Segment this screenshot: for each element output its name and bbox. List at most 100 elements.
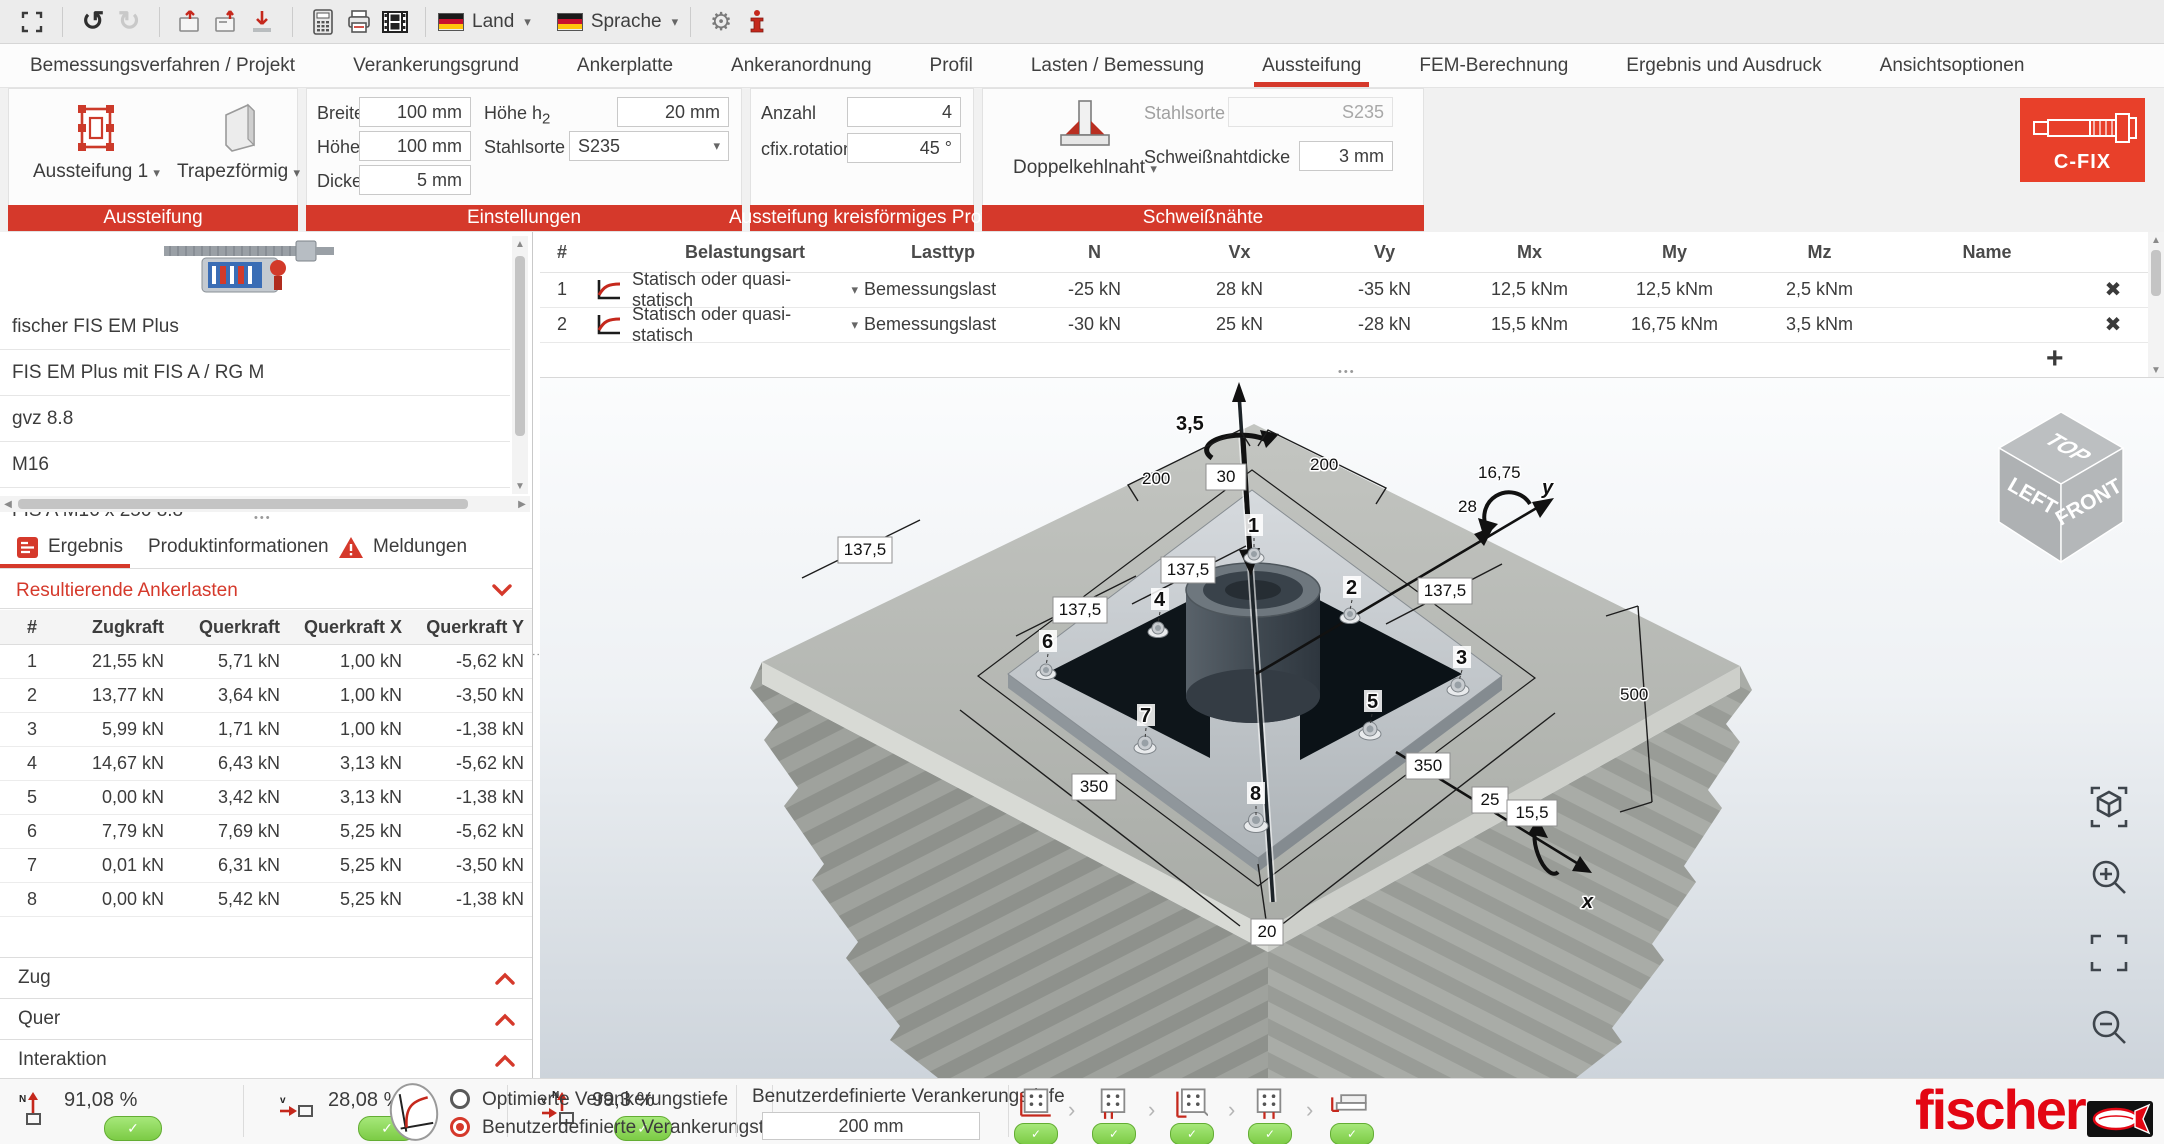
tab-ergebnis-und-ausdruck[interactable]: Ergebnis und Ausdruck [1626, 44, 1821, 87]
scroll-left-icon[interactable]: ◀ [0, 496, 16, 512]
language-selector[interactable]: Sprache ▾ [557, 4, 678, 40]
product-horizontal-scrollbar[interactable]: ◀ ▶ [0, 496, 530, 512]
tab-verankerungsgrund[interactable]: Verankerungsgrund [353, 44, 519, 87]
rotation-label: cfix.rotation [761, 139, 853, 160]
section-quer[interactable]: Quer [0, 998, 533, 1039]
hoehe-label: Höhe [317, 137, 360, 158]
svg-text:137,5: 137,5 [1059, 600, 1102, 619]
zoom-out-icon[interactable] [2094, 1012, 2125, 1043]
svg-text:6: 6 [1042, 631, 1053, 653]
animation-icon[interactable] [377, 4, 413, 40]
step-thickness-icon[interactable] [1252, 1086, 1286, 1120]
tab-fem-berechnung[interactable]: FEM-Berechnung [1419, 44, 1568, 87]
product-row-family[interactable]: fischer FIS EM Plus [0, 304, 510, 350]
3d-scene: 3,5 200 200 16,75 28 y x 500 30 137,5 13… [540, 378, 2164, 1078]
ribbon-panel-schweissnaehte: Doppelkehlnaht ▾ Stahlsorte Schweißnahtd… [982, 88, 1424, 232]
product-row-size[interactable]: M16 [0, 442, 510, 488]
weld-type-dropdown[interactable]: Doppelkehlnaht ▾ [1013, 97, 1157, 179]
tab-aussteifung[interactable]: Aussteifung [1262, 44, 1361, 87]
stiffener-dropdown[interactable]: Aussteifung 1 ▾ [33, 101, 160, 183]
viewport-splitter-handle[interactable]: ••• [1338, 366, 1356, 378]
product-row-material[interactable]: gvz 8.8 [0, 396, 510, 442]
loads-vertical-scrollbar[interactable]: ▲ ▼ [2148, 232, 2164, 378]
scroll-up-icon[interactable]: ▲ [2148, 232, 2164, 248]
step-edge-distance-icon[interactable] [1096, 1086, 1130, 1120]
fullscreen-icon[interactable] [14, 4, 50, 40]
step-profile-icon[interactable] [1330, 1086, 1368, 1120]
step-anchor-plate-icon[interactable] [1019, 1086, 1053, 1120]
delete-load-button[interactable]: ✖ [2105, 279, 2122, 301]
chevron-up-icon [495, 1013, 515, 1026]
undo-icon[interactable]: ↺ [75, 4, 111, 40]
custom-depth-label: Benutzerdefinierte Verankerungstiefe [752, 1086, 1065, 1108]
dicke-field[interactable] [359, 165, 471, 195]
shear-utilization-icon: v [278, 1091, 318, 1125]
fullscreen-view-icon[interactable] [2092, 936, 2126, 970]
breite-label: Breite [317, 103, 364, 124]
radio-optimized-depth-label[interactable]: Optimierte Verankerungstiefe [482, 1089, 728, 1111]
step-spacing-icon[interactable] [1174, 1086, 1208, 1120]
section-zug[interactable]: Zug [0, 957, 533, 998]
tab-ansichtsoptionen[interactable]: Ansichtsoptionen [1880, 44, 2025, 87]
load-type-dropdown[interactable]: Statisch oder quasi-statisch ▾ [632, 304, 864, 346]
tab-meldungen[interactable]: Meldungen [338, 528, 467, 566]
chevron-down-icon: ▾ [672, 14, 679, 30]
hoehe-h2-field[interactable] [617, 97, 729, 127]
scroll-down-icon[interactable]: ▼ [2148, 362, 2164, 378]
custom-depth-field[interactable] [762, 1112, 980, 1140]
fit-3d-view-icon[interactable] [2092, 788, 2126, 826]
country-selector[interactable]: Land ▾ [438, 4, 531, 40]
shape-dropdown[interactable]: Trapezförmig ▾ [177, 101, 300, 183]
status-bar: N 91,08 % ✓ v 28,08 % ✓ v N 99,3 % ✓ [0, 1078, 2164, 1144]
chevron-down-icon[interactable] [492, 584, 512, 597]
chevron-right-icon: › [1228, 1097, 1235, 1123]
svg-text:1: 1 [1248, 515, 1259, 537]
anzahl-field[interactable] [847, 97, 961, 127]
section-interaktion[interactable]: Interaktion [0, 1039, 533, 1078]
stahlsorte-select[interactable]: S235 ▾ [569, 131, 729, 161]
add-load-button[interactable]: + [2046, 344, 2064, 374]
stiffener-icon [69, 101, 123, 155]
calculator-icon[interactable] [305, 4, 341, 40]
settings-gear-icon[interactable]: ⚙ [703, 4, 739, 40]
rotation-field[interactable] [847, 133, 961, 163]
chevron-right-icon: › [1148, 1097, 1155, 1123]
3d-viewport[interactable]: 3,5 200 200 16,75 28 y x 500 30 137,5 13… [540, 378, 2164, 1078]
tab-ankerplatte[interactable]: Ankerplatte [577, 44, 673, 87]
open-project-icon[interactable] [172, 4, 208, 40]
hoehe-field[interactable] [359, 131, 471, 161]
stahlsorte-label: Stahlsorte [484, 137, 565, 158]
product-row-variant[interactable]: FIS EM Plus mit FIS A / RG M [0, 350, 510, 396]
download-icon[interactable] [244, 4, 280, 40]
section-zug-label: Zug [18, 967, 51, 989]
svg-text:20: 20 [1258, 922, 1277, 941]
product-vertical-scrollbar[interactable]: ▲ ▼ [512, 236, 528, 494]
product-row-label: gvz 8.8 [12, 408, 73, 430]
redo-icon[interactable]: ↻ [111, 4, 147, 40]
scroll-down-icon[interactable]: ▼ [512, 478, 528, 494]
tab-ergebnis[interactable]: Ergebnis [16, 528, 123, 566]
scroll-right-icon[interactable]: ▶ [514, 496, 530, 512]
tab-bemessungsverfahren-projekt[interactable]: Bemessungsverfahren / Projekt [30, 44, 295, 87]
ribbon-panel-aussteifung: Aussteifung 1 ▾ Trapezförmig ▾ Aussteifu… [8, 88, 298, 232]
weld-thickness-field[interactable] [1299, 141, 1393, 171]
tab-produktinformationen[interactable]: Produktinformationen [148, 528, 329, 566]
view-cube[interactable]: TOP LEFT FRONT [1999, 412, 2126, 562]
info-icon[interactable] [739, 4, 775, 40]
tab-ankeranordnung[interactable]: Ankeranordnung [731, 44, 872, 87]
scroll-up-icon[interactable]: ▲ [512, 236, 528, 252]
anchor-loads-section-header[interactable]: Resultierende Ankerlasten [16, 580, 238, 602]
tab-lasten-bemessung[interactable]: Lasten / Bemessung [1031, 44, 1204, 87]
tab-profil[interactable]: Profil [930, 44, 973, 87]
zoom-in-icon[interactable] [2094, 862, 2125, 893]
horizontal-splitter-handle[interactable]: ••• [254, 512, 272, 524]
result-row: 70,01 kN6,31 kN5,25 kN-3,50 kN [0, 848, 533, 883]
radio-custom-depth[interactable] [450, 1117, 470, 1137]
delete-load-button[interactable]: ✖ [2105, 314, 2122, 336]
panel-title-schweissnaehte: Schweißnähte [982, 205, 1424, 231]
breite-field[interactable] [359, 97, 471, 127]
print-icon[interactable] [341, 4, 377, 40]
radio-custom-depth-label[interactable]: Benutzerdefinierte Verankerungstiefe [482, 1117, 795, 1139]
radio-optimized-depth[interactable] [450, 1089, 470, 1109]
save-project-icon[interactable] [208, 4, 244, 40]
